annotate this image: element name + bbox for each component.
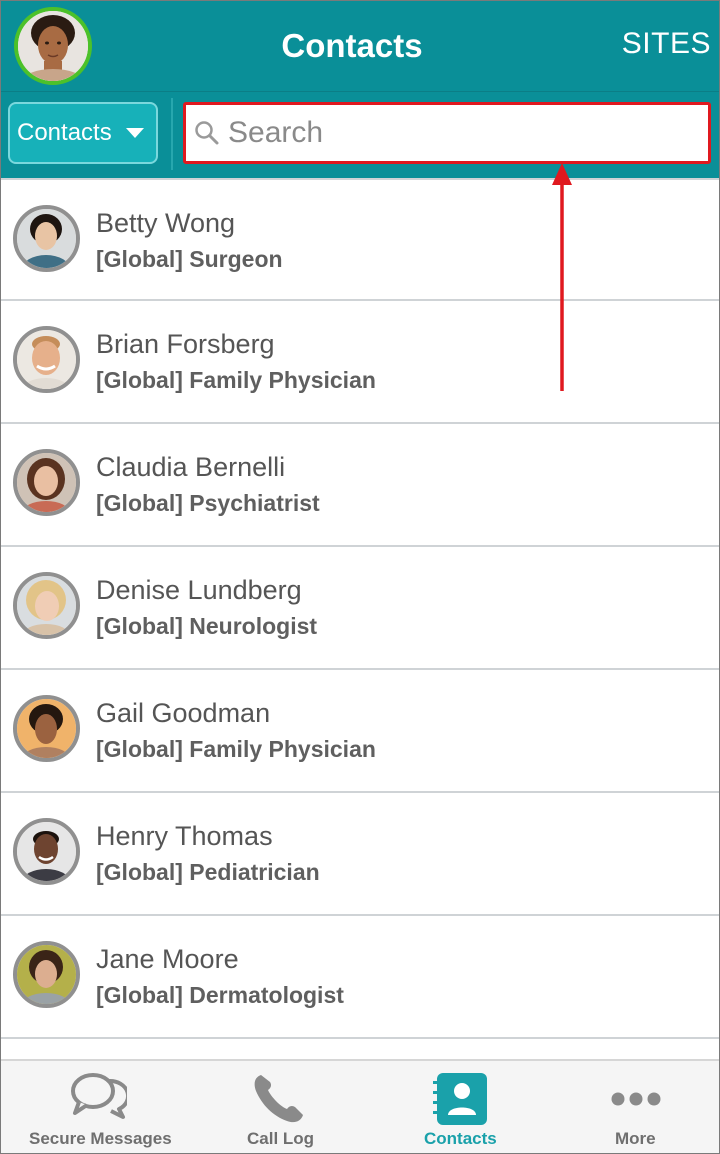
contact-name: Denise Lundberg xyxy=(96,575,302,605)
portrait-icon xyxy=(17,822,76,881)
contact-name: Brian Forsberg xyxy=(96,329,275,359)
contact-avatar xyxy=(13,205,80,272)
annotation-arrow-icon xyxy=(552,163,572,391)
contact-role: [Global] Surgeon xyxy=(96,246,283,272)
app-frame: Contacts SITES Contacts Search Betty Won… xyxy=(0,0,720,1154)
contact-name: Betty Wong xyxy=(96,208,236,238)
contact-row[interactable]: Brian Forsberg [Global] Family Physician xyxy=(1,301,719,424)
contact-name: Henry Thomas xyxy=(96,821,273,851)
contact-row[interactable]: Denise Lundberg [Global] Neurologist xyxy=(1,547,719,670)
contacts-list: Betty Wong [Global] Surgeon Brian Forsbe… xyxy=(1,178,719,1039)
tab-label: Contacts xyxy=(424,1129,497,1148)
search-input[interactable] xyxy=(228,116,698,150)
contact-row[interactable]: Claudia Bernelli [Global] Psychiatrist xyxy=(1,424,719,547)
tab-label: More xyxy=(615,1129,656,1148)
contact-avatar xyxy=(13,941,80,1008)
tab-secure-messages[interactable]: Secure Messages xyxy=(1,1061,197,1153)
chevron-down-icon xyxy=(125,128,144,138)
toolbar-divider xyxy=(171,98,173,170)
contact-avatar xyxy=(13,449,80,516)
portrait-icon xyxy=(17,453,76,512)
contact-role: [Global] Dermatologist xyxy=(96,982,344,1008)
portrait-icon xyxy=(17,209,76,268)
contacts-toolbar: Contacts xyxy=(1,91,719,178)
tab-call-log[interactable]: Call Log xyxy=(197,1061,361,1153)
chat-bubbles-icon xyxy=(69,1071,130,1126)
phone-icon xyxy=(251,1071,307,1130)
contacts-filter-dropdown[interactable]: Contacts xyxy=(8,102,158,164)
portrait-icon xyxy=(17,699,76,758)
search-icon xyxy=(194,120,220,146)
bottom-tab-bar: Secure Messages Call Log Contacts More xyxy=(1,1059,719,1153)
contacts-book-icon xyxy=(431,1073,491,1132)
contact-role: [Global] Neurologist xyxy=(96,613,318,639)
tab-more[interactable]: More xyxy=(557,1061,719,1153)
contact-name: Claudia Bernelli xyxy=(96,452,286,482)
contact-avatar xyxy=(13,695,80,762)
portrait-icon xyxy=(17,576,76,635)
tab-contacts[interactable]: Contacts xyxy=(361,1061,557,1153)
contact-avatar xyxy=(13,326,80,393)
contact-avatar xyxy=(13,818,80,885)
contact-name: Gail Goodman xyxy=(96,698,271,728)
contact-role: [Global] Family Physician xyxy=(96,367,376,393)
ellipsis-icon xyxy=(611,1091,661,1112)
tab-label: Call Log xyxy=(247,1129,315,1148)
sites-button[interactable]: SITES xyxy=(622,27,711,61)
contact-role: [Global] Family Physician xyxy=(96,736,376,762)
portrait-icon xyxy=(17,945,76,1004)
portrait-icon xyxy=(17,330,76,389)
search-box[interactable] xyxy=(183,102,711,164)
contact-row[interactable]: Betty Wong [Global] Surgeon xyxy=(1,178,719,301)
page-title: Contacts xyxy=(281,27,423,64)
contact-row[interactable]: Gail Goodman [Global] Family Physician xyxy=(1,670,719,793)
contact-role: [Global] Psychiatrist xyxy=(96,490,320,516)
contact-row[interactable]: Henry Thomas [Global] Pediatrician xyxy=(1,793,719,916)
contact-name: Jane Moore xyxy=(96,944,239,974)
app-header: Contacts SITES xyxy=(1,1,719,91)
tab-label: Secure Messages xyxy=(29,1129,172,1148)
contact-row[interactable]: Jane Moore [Global] Dermatologist xyxy=(1,916,719,1039)
filter-label: Contacts xyxy=(17,119,112,146)
contact-avatar xyxy=(13,572,80,639)
contact-role: [Global] Pediatrician xyxy=(96,859,320,885)
